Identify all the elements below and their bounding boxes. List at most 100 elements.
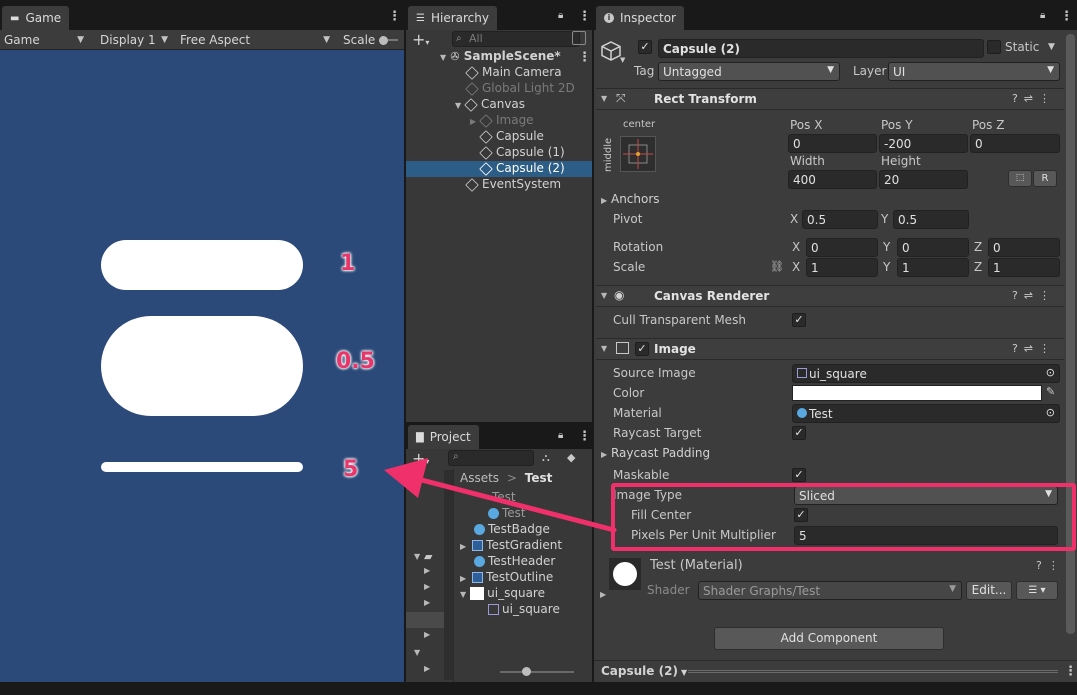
footer-object-dropdown[interactable]: Capsule (2) ▼ — [601, 664, 687, 678]
eye-icon: ◉ — [614, 288, 625, 302]
scale-x-field[interactable]: 1 — [806, 258, 878, 277]
anchor-presets-button[interactable] — [620, 136, 656, 172]
scale-y-field[interactable]: 1 — [897, 258, 969, 277]
rect-transform-header[interactable]: ▼ ⤧ Rect Transform ?⇌⋮ — [596, 88, 1064, 110]
tree-item-main-camera[interactable]: Main Camera — [465, 65, 562, 80]
tree-item-capsule-2[interactable]: Capsule (2) — [479, 161, 565, 176]
object-picker-icon[interactable]: ⊙ — [1046, 366, 1055, 379]
material-preview — [609, 558, 641, 590]
asset-item-testheader[interactable]: TestHeader — [474, 554, 555, 568]
component-header-icons[interactable]: ?⇌⋮ — [1012, 342, 1056, 355]
list-icon: ☰ — [416, 12, 425, 24]
static-dropdown-icon[interactable]: ▼ — [1048, 42, 1055, 52]
footer-resize-handle[interactable] — [688, 670, 1058, 673]
tree-item-global-light[interactable]: Global Light 2D — [465, 81, 575, 96]
aspect-dropdown[interactable]: Free Aspect ▼ — [180, 32, 334, 48]
game-menu-icon[interactable]: ⋮ — [388, 9, 401, 24]
collapse-arrow-icon: ▶ — [601, 196, 608, 205]
material-field[interactable]: Test ⊙ — [792, 404, 1060, 423]
tree-item-canvas[interactable]: ▼ Canvas — [455, 97, 525, 112]
tab-inspector[interactable]: i Inspector — [596, 6, 684, 30]
posy-field[interactable]: -200 — [879, 134, 968, 153]
expand-arrow-icon[interactable]: ▼ — [455, 101, 461, 110]
link-scale-icon[interactable]: ⛓ — [770, 260, 784, 273]
icon-size-slider[interactable] — [500, 671, 574, 673]
source-image-field[interactable]: ui_square ⊙ — [792, 364, 1060, 383]
scale-x-label: X — [792, 260, 801, 274]
tab-game[interactable]: ▬ Game — [2, 6, 70, 30]
tag-dropdown[interactable]: Untagged ▼ — [658, 62, 840, 81]
add-component-button[interactable]: Add Component — [714, 627, 944, 650]
object-picker-icon[interactable]: ⊙ — [1046, 406, 1055, 419]
slider-knob[interactable] — [379, 35, 389, 45]
display-dropdown[interactable]: Display 1 ▼ — [100, 32, 172, 48]
asset-item-ui-square-sprite[interactable]: ui_square — [488, 602, 560, 616]
edit-shader-button[interactable]: Edit... — [966, 581, 1012, 600]
posx-field[interactable]: 0 — [788, 134, 877, 153]
cull-transparent-mesh-checkbox[interactable]: ✓ — [792, 313, 806, 327]
raycast-target-label: Raycast Target — [613, 426, 702, 440]
eyedropper-icon[interactable]: ✎ — [1046, 385, 1055, 398]
capsule-shape-1 — [101, 240, 303, 290]
collapse-arrow-icon[interactable]: ▶ — [470, 117, 476, 126]
maskable-checkbox[interactable]: ✓ — [792, 468, 806, 482]
raw-edit-button[interactable]: R — [1033, 170, 1057, 187]
add-object-button[interactable]: +▾ — [412, 30, 429, 49]
static-checkbox[interactable] — [987, 40, 1001, 54]
raycast-target-checkbox[interactable]: ✓ — [792, 426, 806, 440]
width-field[interactable]: 400 — [788, 170, 877, 189]
icon-size-slider-knob[interactable] — [522, 667, 531, 676]
lock-icon[interactable]: 🔒︎ — [558, 10, 563, 21]
rect-transform-icon: ⤧ — [616, 91, 626, 105]
canvas-renderer-header[interactable]: ▼ ◉ Canvas Renderer ?⇌⋮ — [596, 285, 1064, 307]
expand-arrow-icon[interactable]: ▼ — [440, 53, 446, 62]
tree-item-capsule[interactable]: Capsule — [479, 129, 544, 144]
image-header[interactable]: ▼ ✓ Image ?⇌⋮ — [596, 338, 1064, 360]
lock-icon[interactable]: 🔒︎ — [1040, 10, 1045, 21]
tree-item-samplescene[interactable]: ▼ ✇ SampleScene* — [440, 49, 590, 65]
collapse-arrow-icon[interactable]: ▶ — [460, 574, 466, 583]
capsule-shape-3 — [101, 462, 303, 472]
active-checkbox[interactable]: ✓ — [638, 40, 652, 54]
annotation-1: 1 — [340, 251, 356, 276]
footer-menu-icon[interactable]: ⋮ — [1064, 664, 1077, 679]
expand-arrow-icon: ▼ — [601, 94, 608, 103]
posz-field[interactable]: 0 — [970, 134, 1060, 153]
material-options-button[interactable]: ☰ ▾ — [1016, 581, 1058, 600]
scene-menu-icon[interactable]: ⋮ — [578, 50, 591, 65]
blueprint-mode-button[interactable]: ⬚ — [1008, 170, 1032, 187]
rot-x-field[interactable]: 0 — [806, 238, 878, 257]
inspector-menu-icon[interactable]: ⋮ — [1060, 9, 1073, 24]
height-field[interactable]: 20 — [879, 170, 968, 189]
hierarchy-menu-icon[interactable]: ⋮ — [578, 9, 591, 24]
gameobject-cube-icon — [479, 145, 493, 160]
hierarchy-search-input[interactable]: ⌕ All — [452, 31, 580, 47]
game-dropdown[interactable]: Game ▼ — [4, 32, 88, 48]
scale-z-field[interactable]: 1 — [988, 258, 1060, 277]
component-header-icons[interactable]: ?⇌⋮ — [1012, 92, 1056, 105]
width-label: Width — [790, 154, 825, 168]
search-filter-icon[interactable] — [572, 31, 586, 45]
tab-hierarchy[interactable]: ☰ Hierarchy — [408, 6, 497, 30]
image-enabled-checkbox[interactable]: ✓ — [635, 342, 649, 356]
pivot-x-field[interactable]: 0.5 — [802, 210, 878, 229]
tree-item-eventsystem[interactable]: EventSystem — [465, 177, 561, 192]
expand-arrow-icon[interactable]: ▼ — [460, 590, 466, 599]
rot-z-field[interactable]: 0 — [988, 238, 1060, 257]
pivot-y-field[interactable]: 0.5 — [893, 210, 969, 229]
material-foldout-icon[interactable]: ▶ — [600, 590, 606, 599]
tree-item-image[interactable]: ▶ Image — [470, 113, 534, 128]
component-header-icons[interactable]: ?⇌⋮ — [1012, 289, 1056, 302]
tree-item-capsule-1[interactable]: Capsule (1) — [479, 145, 565, 160]
anchors-foldout[interactable]: ▶ Anchors — [601, 192, 660, 206]
component-header-icons[interactable]: ?⋮ — [1036, 559, 1065, 572]
asset-item-testoutline[interactable]: ▶ TestOutline — [460, 570, 553, 584]
object-name-field[interactable]: Capsule (2) — [658, 39, 984, 58]
shader-dropdown[interactable]: Shader Graphs/Test ▼ — [698, 581, 962, 600]
rot-y-field[interactable]: 0 — [897, 238, 969, 257]
asset-item-ui-square-texture[interactable]: ▼ ui_square — [460, 586, 545, 600]
chevron-down-icon[interactable]: ▼ — [620, 56, 625, 64]
color-swatch[interactable] — [792, 385, 1042, 401]
scale-slider[interactable]: Scale — [343, 32, 404, 48]
layer-dropdown[interactable]: UI ▼ — [888, 62, 1060, 81]
